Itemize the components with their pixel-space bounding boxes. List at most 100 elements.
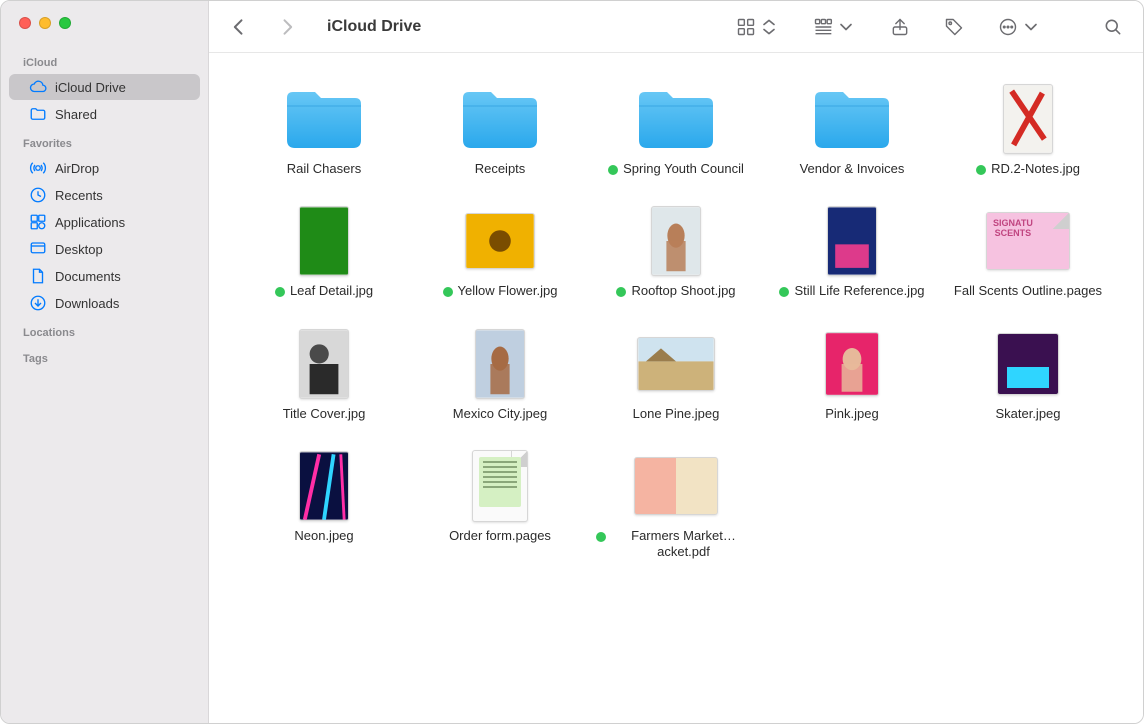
share-button[interactable] (884, 13, 916, 41)
tag-dot-icon (443, 287, 453, 297)
file-name: Rooftop Shoot.jpg (631, 283, 735, 299)
forward-button[interactable] (271, 13, 303, 41)
file-thumbnail (808, 328, 896, 400)
file-item[interactable]: Title Cover.jpg (239, 328, 409, 422)
action-menu-button[interactable] (992, 13, 1047, 41)
file-item[interactable]: SIGNATU SCENTS Fall Scents Outline.pages (943, 205, 1113, 299)
window-controls (1, 13, 208, 47)
tag-dot-icon (608, 165, 618, 175)
toolbar: iCloud Drive (209, 1, 1143, 53)
file-name: Mexico City.jpeg (453, 406, 547, 422)
file-thumbnail (632, 450, 720, 522)
tag-dot-icon (616, 287, 626, 297)
file-label-row: Fall Scents Outline.pages (954, 283, 1102, 299)
location-title: iCloud Drive (327, 18, 421, 36)
file-name: Leaf Detail.jpg (290, 283, 373, 299)
file-label-row: Skater.jpeg (995, 406, 1060, 422)
file-thumbnail (984, 83, 1072, 155)
tag-dot-icon (976, 165, 986, 175)
sidebar-item-desktop[interactable]: Desktop (9, 236, 200, 262)
sidebar-section-title: Tags (1, 343, 208, 369)
file-name: Spring Youth Council (623, 161, 744, 177)
file-name: Receipts (475, 161, 526, 177)
sidebar-item-label: Applications (55, 215, 125, 230)
file-label-row: Rooftop Shoot.jpg (616, 283, 735, 299)
shared-folder-icon (29, 105, 47, 123)
file-item[interactable]: Rooftop Shoot.jpg (591, 205, 761, 299)
file-thumbnail (280, 328, 368, 400)
tag-dot-icon (275, 287, 285, 297)
view-mode-button[interactable] (730, 13, 785, 41)
sidebar: iCloudiCloud DriveSharedFavoritesAirDrop… (1, 1, 209, 723)
file-item[interactable]: Mexico City.jpeg (415, 328, 585, 422)
file-label-row: Rail Chasers (287, 161, 361, 177)
file-name: Lone Pine.jpeg (633, 406, 720, 422)
file-item[interactable]: Order form.pages (415, 450, 585, 561)
file-name: Title Cover.jpg (283, 406, 366, 422)
sidebar-item-documents[interactable]: Documents (9, 263, 200, 289)
document-icon (29, 267, 47, 285)
file-thumbnail (632, 205, 720, 277)
sidebar-section-title: Locations (1, 317, 208, 343)
file-thumbnail (632, 328, 720, 400)
close-window-button[interactable] (19, 17, 31, 29)
zoom-window-button[interactable] (59, 17, 71, 29)
sidebar-item-downloads[interactable]: Downloads (9, 290, 200, 316)
file-item[interactable]: Still Life Reference.jpg (767, 205, 937, 299)
sidebar-item-icloud-drive[interactable]: iCloud Drive (9, 74, 200, 100)
file-label-row: RD.2-Notes.jpg (976, 161, 1080, 177)
file-item[interactable]: Neon.jpeg (239, 450, 409, 561)
file-item[interactable]: Spring Youth Council (591, 83, 761, 177)
file-label-row: Receipts (475, 161, 526, 177)
main-pane: iCloud Drive (209, 1, 1143, 723)
file-name: Yellow Flower.jpg (458, 283, 558, 299)
file-label-row: Farmers Market…acket.pdf (596, 528, 756, 561)
sidebar-item-label: Shared (55, 107, 97, 122)
airdrop-icon (29, 159, 47, 177)
file-item[interactable]: Vendor & Invoices (767, 83, 937, 177)
file-name: Neon.jpeg (294, 528, 353, 544)
file-name: Fall Scents Outline.pages (954, 283, 1102, 299)
finder-window: iCloudiCloud DriveSharedFavoritesAirDrop… (0, 0, 1144, 724)
tag-dot-icon (779, 287, 789, 297)
file-item[interactable]: Skater.jpeg (943, 328, 1113, 422)
file-label-row: Yellow Flower.jpg (443, 283, 558, 299)
file-label-row: Still Life Reference.jpg (779, 283, 924, 299)
search-button[interactable] (1097, 13, 1129, 41)
file-label-row: Vendor & Invoices (800, 161, 905, 177)
minimize-window-button[interactable] (39, 17, 51, 29)
file-item[interactable]: Farmers Market…acket.pdf (591, 450, 761, 561)
file-label-row: Mexico City.jpeg (453, 406, 547, 422)
file-name: Pink.jpeg (825, 406, 878, 422)
file-name: Vendor & Invoices (800, 161, 905, 177)
file-label-row: Spring Youth Council (608, 161, 744, 177)
sidebar-item-applications[interactable]: Applications (9, 209, 200, 235)
file-item[interactable]: RD.2-Notes.jpg (943, 83, 1113, 177)
sidebar-item-label: iCloud Drive (55, 80, 126, 95)
tags-button[interactable] (938, 13, 970, 41)
cloud-icon (29, 78, 47, 96)
group-by-button[interactable] (807, 13, 862, 41)
file-item[interactable]: Yellow Flower.jpg (415, 205, 585, 299)
file-item[interactable]: Rail Chasers (239, 83, 409, 177)
sidebar-item-label: Documents (55, 269, 121, 284)
file-item[interactable]: Receipts (415, 83, 585, 177)
back-button[interactable] (223, 13, 255, 41)
file-grid-area: Rail Chasers Receipts Spring Youth Counc… (209, 53, 1143, 723)
sidebar-item-recents[interactable]: Recents (9, 182, 200, 208)
clock-icon (29, 186, 47, 204)
sidebar-item-airdrop[interactable]: AirDrop (9, 155, 200, 181)
file-item[interactable]: Leaf Detail.jpg (239, 205, 409, 299)
file-thumbnail: SIGNATU SCENTS (984, 205, 1072, 277)
file-thumbnail (808, 205, 896, 277)
file-item[interactable]: Lone Pine.jpeg (591, 328, 761, 422)
sidebar-item-label: Downloads (55, 296, 119, 311)
file-name: Farmers Market…acket.pdf (611, 528, 756, 561)
sidebar-item-shared[interactable]: Shared (9, 101, 200, 127)
file-item[interactable]: Pink.jpeg (767, 328, 937, 422)
file-thumbnail (456, 328, 544, 400)
file-thumbnail (984, 328, 1072, 400)
downloads-icon (29, 294, 47, 312)
desktop-icon (29, 240, 47, 258)
sidebar-item-label: Recents (55, 188, 103, 203)
